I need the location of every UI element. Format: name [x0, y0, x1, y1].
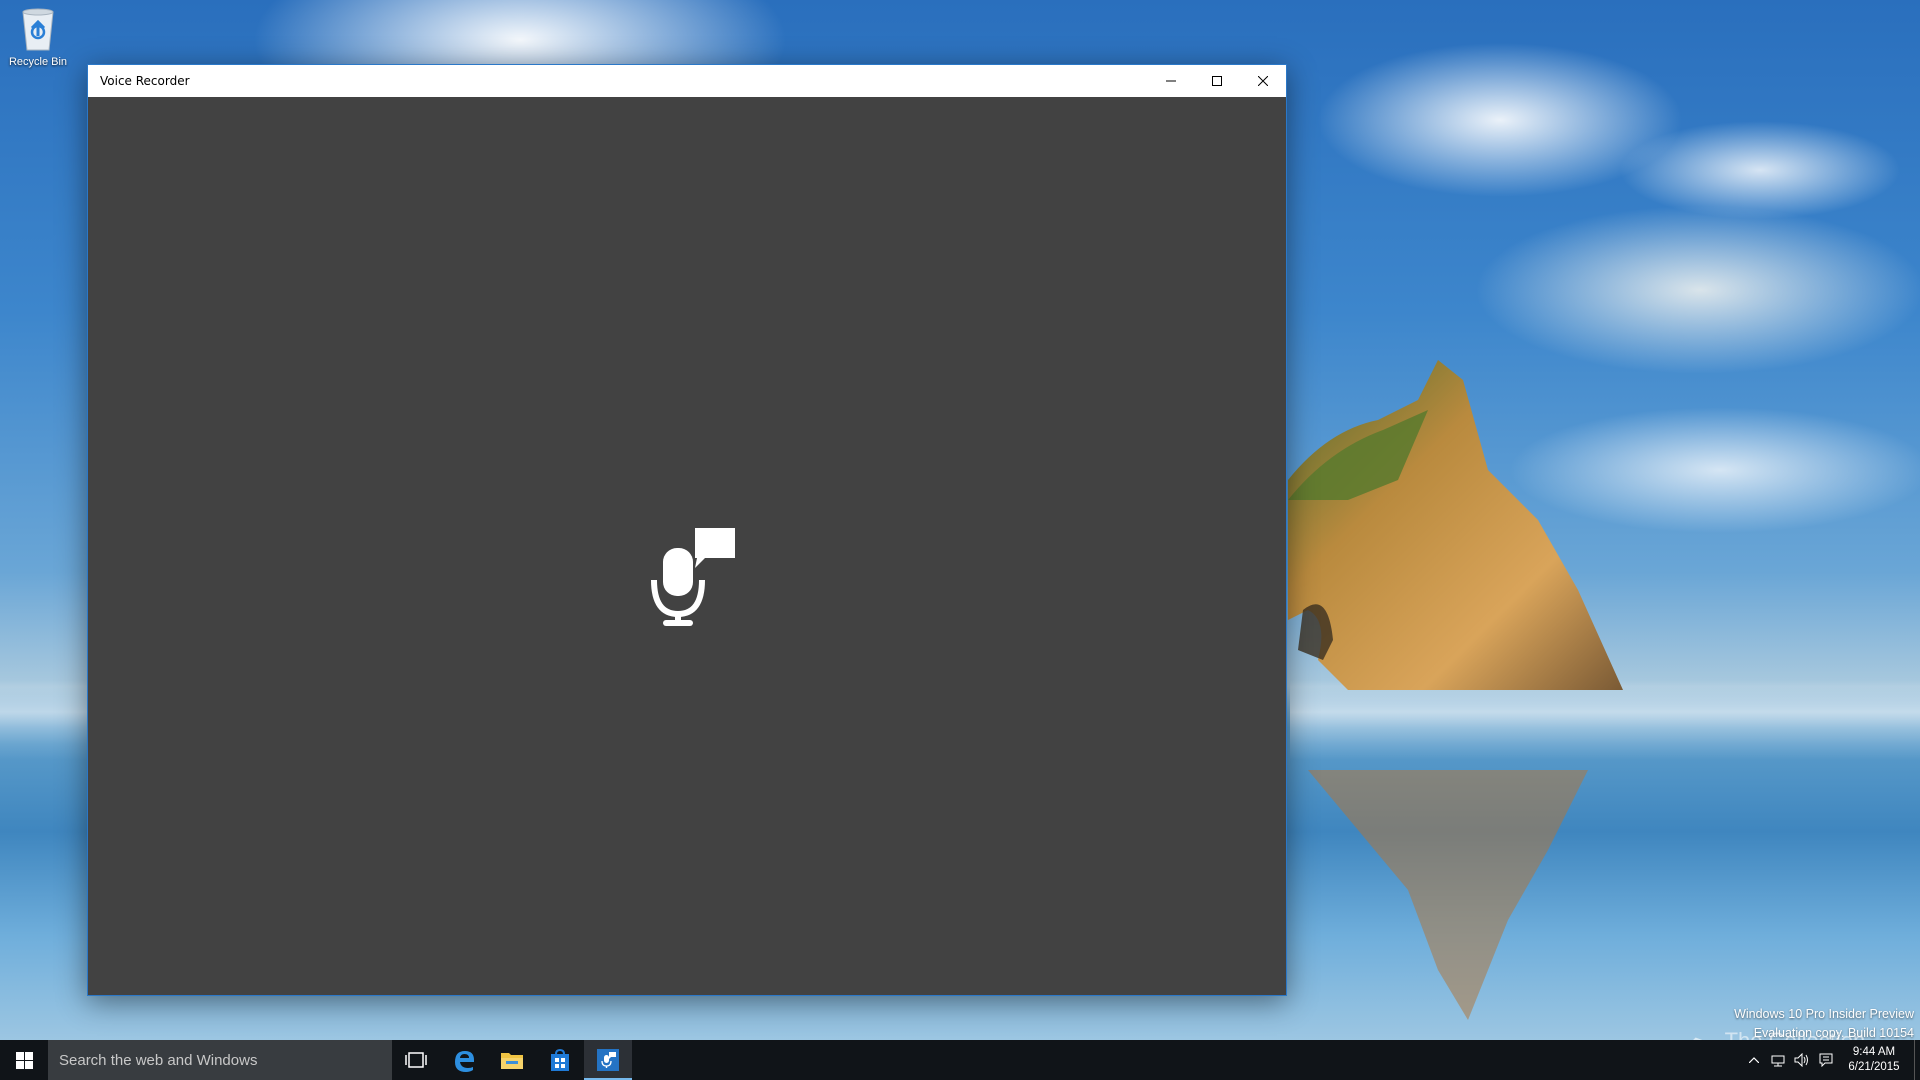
- start-button[interactable]: [0, 1040, 48, 1080]
- voice-recorder-window: Voice Recorder: [87, 64, 1287, 996]
- window-title: Voice Recorder: [100, 74, 190, 88]
- clock-date: 6/21/2015: [1848, 1061, 1900, 1073]
- recycle-bin-label: Recycle Bin: [8, 56, 68, 68]
- action-center-button[interactable]: [1814, 1040, 1838, 1080]
- minimize-button[interactable]: [1148, 65, 1194, 97]
- file-explorer-icon: [501, 1053, 523, 1069]
- voice-recorder-taskbar-button[interactable]: [584, 1040, 632, 1080]
- taskbar: Search the web and Windows 9:44 AM 6/21/…: [0, 1040, 1920, 1080]
- edge-icon: [455, 1051, 474, 1072]
- windows-logo-icon: [15, 1051, 33, 1069]
- store-icon: [551, 1049, 569, 1071]
- task-view-button[interactable]: [392, 1040, 440, 1080]
- chevron-up-icon: [1749, 1057, 1759, 1063]
- window-titlebar[interactable]: Voice Recorder: [88, 65, 1286, 97]
- show-desktop-button[interactable]: [1914, 1040, 1920, 1080]
- task-view-icon: [405, 1052, 427, 1068]
- network-icon: [1771, 1055, 1785, 1067]
- app-content: [88, 97, 1286, 995]
- wallpaper-surf-left: [0, 680, 90, 760]
- minimize-icon: [1166, 80, 1176, 82]
- notification-icon: [1819, 1053, 1833, 1067]
- clock-time: 9:44 AM: [1852, 1046, 1896, 1058]
- window-controls: [1148, 65, 1286, 97]
- volume-icon: [1794, 1053, 1808, 1067]
- system-tray: 9:44 AM 6/21/2015: [1742, 1040, 1920, 1080]
- watermark-edition: Windows 10 Pro Insider Preview: [1734, 1007, 1914, 1021]
- wallpaper-rock: [1288, 360, 1623, 690]
- edge-button[interactable]: [440, 1040, 488, 1080]
- close-icon: [1258, 76, 1268, 86]
- recycle-bin-icon: [22, 8, 54, 51]
- voice-recorder-icon: [651, 528, 735, 626]
- store-button[interactable]: [536, 1040, 584, 1080]
- wallpaper-reflection: [1308, 770, 1588, 1020]
- file-explorer-button[interactable]: [488, 1040, 536, 1080]
- taskbar-pinned-apps: [392, 1040, 632, 1080]
- close-button[interactable]: [1240, 65, 1286, 97]
- maximize-button[interactable]: [1194, 65, 1240, 97]
- network-button[interactable]: [1766, 1040, 1790, 1080]
- recycle-bin[interactable]: Recycle Bin: [4, 6, 72, 78]
- show-hidden-icons-button[interactable]: [1742, 1040, 1766, 1080]
- taskbar-clock[interactable]: 9:44 AM 6/21/2015: [1838, 1045, 1910, 1075]
- taskbar-search-box[interactable]: Search the web and Windows: [48, 1040, 392, 1080]
- voice-recorder-icon: [597, 1049, 619, 1071]
- maximize-icon: [1212, 76, 1222, 86]
- search-placeholder: Search the web and Windows: [59, 1051, 258, 1069]
- volume-button[interactable]: [1790, 1040, 1814, 1080]
- wallpaper-surf: [1290, 680, 1920, 760]
